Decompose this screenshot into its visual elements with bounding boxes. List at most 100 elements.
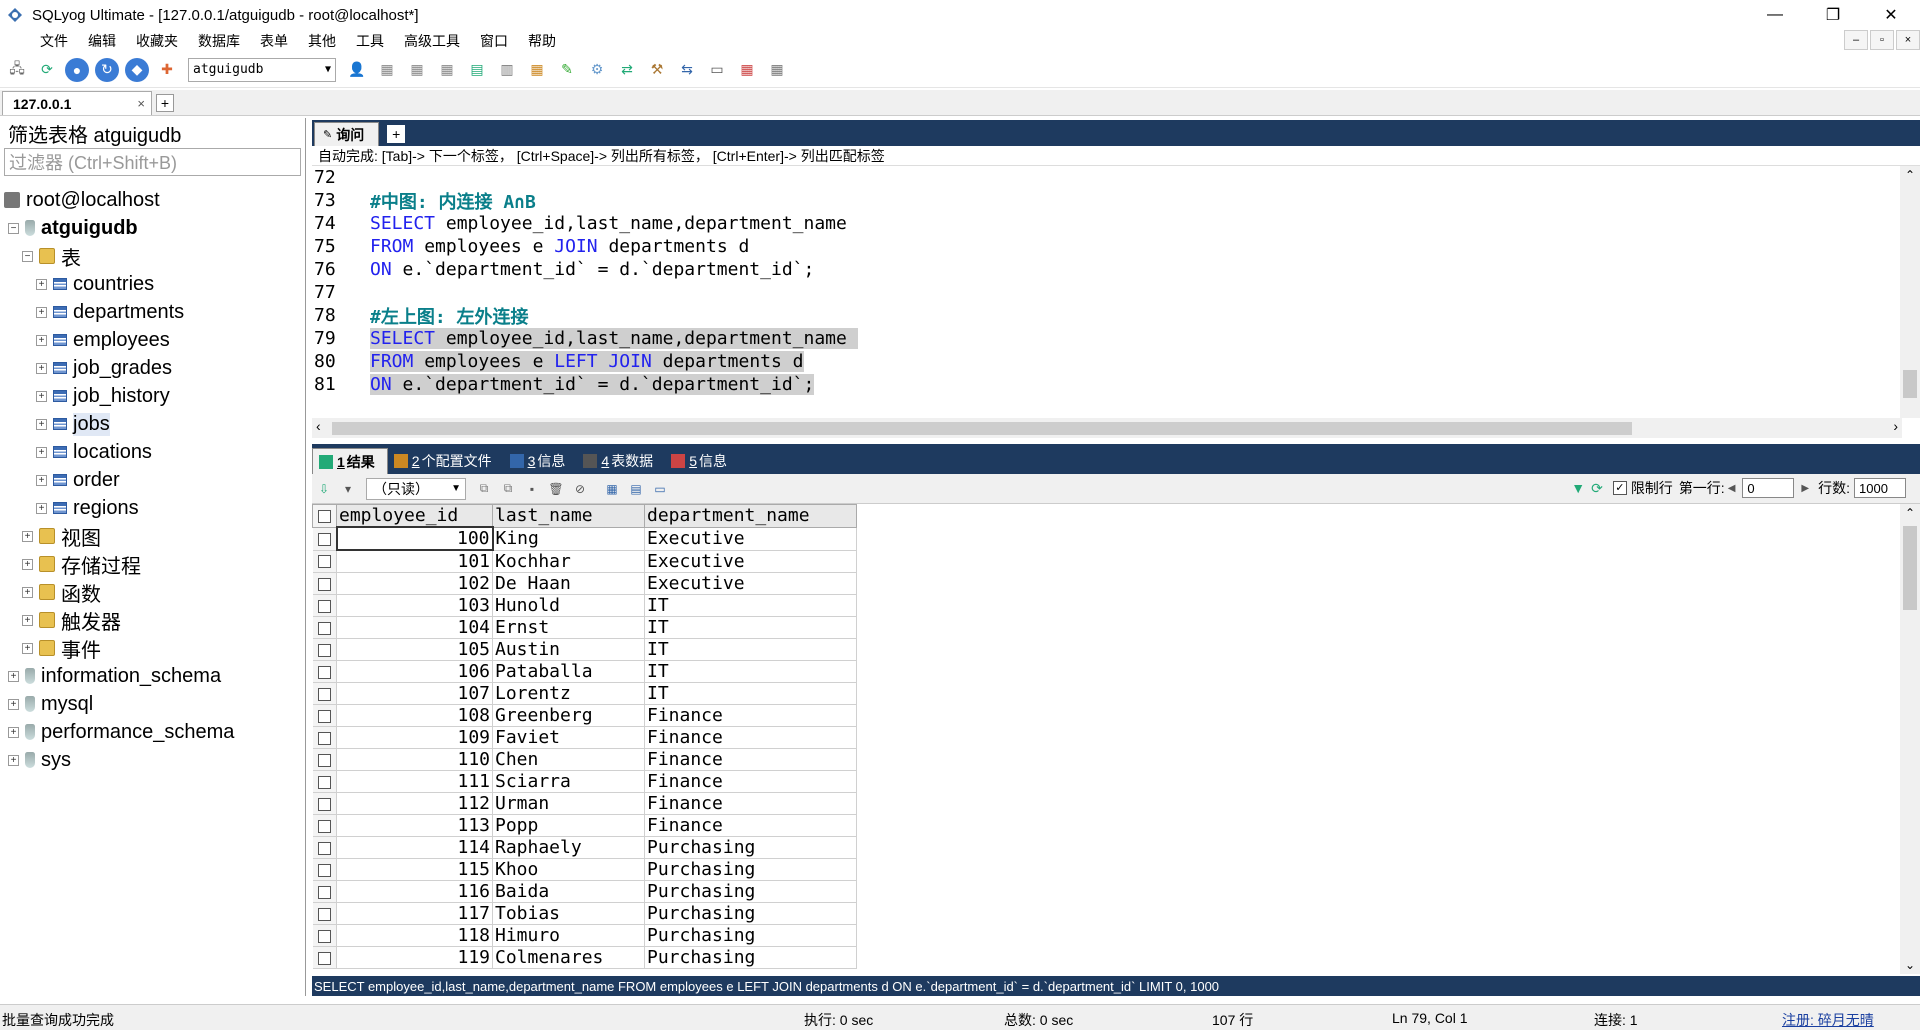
cell-last-name[interactable]: Baida: [492, 880, 645, 903]
cell-employee-id[interactable]: 115: [336, 858, 493, 881]
row-checkbox[interactable]: [312, 726, 337, 749]
table-row[interactable]: 119 Colmenares Purchasing: [312, 946, 857, 969]
database-select[interactable]: atguigudb ▼: [188, 57, 336, 82]
table-row[interactable]: 101 Kochhar Executive: [312, 550, 857, 573]
rows-input[interactable]: 1000: [1854, 478, 1906, 498]
mdi-close-button[interactable]: ×: [1896, 30, 1920, 50]
cell-last-name[interactable]: De Haan: [492, 572, 645, 595]
tree-folder[interactable]: + 存储过程: [0, 550, 305, 578]
cell-last-name[interactable]: Sciarra: [492, 770, 645, 793]
code-line[interactable]: 80 FROM employees e LEFT JOIN departments…: [312, 350, 1902, 373]
tree-table-employees[interactable]: + employees: [0, 326, 305, 354]
cell-department-name[interactable]: Purchasing: [644, 902, 857, 925]
cell-employee-id[interactable]: 104: [336, 616, 493, 639]
expand-icon[interactable]: +: [8, 698, 19, 710]
cell-department-name[interactable]: Purchasing: [644, 946, 857, 969]
expand-icon[interactable]: +: [36, 334, 47, 346]
table-row[interactable]: 118 Himuro Purchasing: [312, 924, 857, 947]
collapse-icon[interactable]: −: [22, 250, 33, 262]
table-row[interactable]: 113 Popp Finance: [312, 814, 857, 837]
cell-department-name[interactable]: Finance: [644, 770, 857, 793]
row-checkbox[interactable]: [312, 946, 337, 969]
row-checkbox[interactable]: [312, 792, 337, 815]
expand-icon[interactable]: +: [22, 586, 33, 598]
tree-server[interactable]: root@localhost: [0, 186, 305, 214]
expand-icon[interactable]: +: [36, 362, 47, 374]
mdi-restore-button[interactable]: ▫: [1870, 30, 1894, 50]
tree-table-jobs[interactable]: + jobs: [0, 410, 305, 438]
cell-employee-id[interactable]: 109: [336, 726, 493, 749]
table-row[interactable]: 100 King Executive: [312, 526, 857, 551]
mdi-minimize-button[interactable]: –: [1844, 30, 1868, 50]
execute-query-icon[interactable]: ▦: [375, 58, 399, 82]
duplicate-icon[interactable]: ⧉: [498, 479, 518, 499]
cell-last-name[interactable]: Kochhar: [492, 550, 645, 573]
row-checkbox[interactable]: [312, 704, 337, 727]
menu-item[interactable]: 窗口: [470, 31, 518, 51]
tree-table-order[interactable]: + order: [0, 466, 305, 494]
editor-hscroll-thumb[interactable]: [332, 422, 1632, 435]
table-row[interactable]: 106 Pataballa IT: [312, 660, 857, 683]
tree-database[interactable]: + information_schema: [0, 662, 305, 690]
cell-department-name[interactable]: Finance: [644, 704, 857, 727]
code-line[interactable]: 81 ON e.`department_id` = d.`department_i…: [312, 373, 1902, 396]
execute-all-icon[interactable]: ▦: [405, 58, 429, 82]
result-tab-2[interactable]: 2 个配置文件: [388, 448, 504, 474]
collapse-icon[interactable]: −: [8, 222, 19, 234]
cell-employee-id[interactable]: 101: [336, 550, 493, 573]
form-view-icon[interactable]: ▤: [626, 479, 646, 499]
scroll-right-icon[interactable]: ›: [1893, 418, 1898, 434]
copy-row-icon[interactable]: ⧉: [474, 479, 494, 499]
expand-icon[interactable]: +: [8, 670, 19, 682]
menu-item[interactable]: 工具: [346, 31, 394, 51]
new-connection-icon[interactable]: 🖧: [5, 58, 29, 82]
table-row[interactable]: 105 Austin IT: [312, 638, 857, 661]
cell-employee-id[interactable]: 114: [336, 836, 493, 859]
import-data-icon[interactable]: ▾: [338, 479, 358, 499]
history-icon[interactable]: ▦: [765, 58, 789, 82]
code-line[interactable]: 73 #中图: 内连接 A∩B: [312, 189, 1902, 213]
cell-department-name[interactable]: Executive: [644, 550, 857, 573]
cell-last-name[interactable]: Khoo: [492, 858, 645, 881]
row-checkbox[interactable]: [312, 770, 337, 793]
grid-scroll-thumb[interactable]: [1903, 526, 1917, 610]
table-row[interactable]: 102 De Haan Executive: [312, 572, 857, 595]
expand-icon[interactable]: +: [22, 642, 33, 654]
scroll-left-icon[interactable]: ‹: [316, 418, 321, 434]
table-row[interactable]: 107 Lorentz IT: [312, 682, 857, 705]
user-manager-icon[interactable]: 👤: [345, 58, 369, 82]
cell-department-name[interactable]: Purchasing: [644, 880, 857, 903]
table-row[interactable]: 111 Sciarra Finance: [312, 770, 857, 793]
save-icon[interactable]: ▪: [522, 479, 542, 499]
cell-department-name[interactable]: IT: [644, 660, 857, 683]
result-tab-1[interactable]: 1 结果: [312, 448, 388, 474]
expand-icon[interactable]: +: [8, 754, 19, 766]
menu-item[interactable]: 高级工具: [394, 31, 470, 51]
menu-item[interactable]: 文件: [30, 31, 78, 51]
cell-department-name[interactable]: Executive: [644, 527, 857, 551]
query-builder-icon[interactable]: ⇄: [615, 58, 639, 82]
row-checkbox[interactable]: [312, 660, 337, 683]
filter-input[interactable]: 过滤器 (Ctrl+Shift+B): [4, 148, 301, 176]
menu-item[interactable]: 帮助: [518, 31, 566, 51]
close-tab-icon[interactable]: ×: [137, 96, 145, 111]
table-row[interactable]: 110 Chen Finance: [312, 748, 857, 771]
row-checkbox[interactable]: [312, 616, 337, 639]
row-checkbox[interactable]: [312, 836, 337, 859]
cell-department-name[interactable]: IT: [644, 682, 857, 705]
cell-last-name[interactable]: Colmenares: [492, 946, 645, 969]
cell-employee-id[interactable]: 107: [336, 682, 493, 705]
row-checkbox[interactable]: [312, 572, 337, 595]
scheduler-icon[interactable]: ▦: [735, 58, 759, 82]
expand-icon[interactable]: +: [36, 418, 47, 430]
tree-folder[interactable]: + 函数: [0, 578, 305, 606]
cell-department-name[interactable]: Finance: [644, 726, 857, 749]
expand-icon[interactable]: +: [22, 558, 33, 570]
tree-folder[interactable]: + 触发器: [0, 606, 305, 634]
tree-table-departments[interactable]: + departments: [0, 298, 305, 326]
cell-last-name[interactable]: Ernst: [492, 616, 645, 639]
cell-employee-id[interactable]: 118: [336, 924, 493, 947]
cell-department-name[interactable]: Purchasing: [644, 858, 857, 881]
cell-employee-id[interactable]: 110: [336, 748, 493, 771]
tree-database[interactable]: − atguigudb: [0, 214, 305, 242]
